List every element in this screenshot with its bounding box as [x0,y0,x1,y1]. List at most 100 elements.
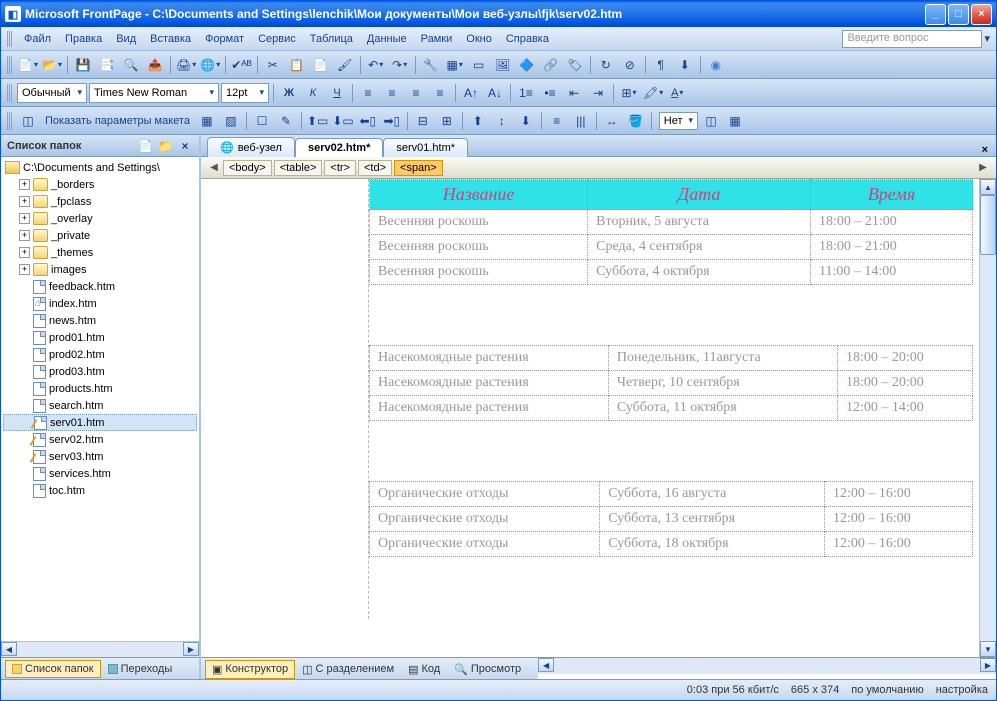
new-page-icon[interactable]: 📄 [137,138,154,154]
table-row[interactable]: Насекомоядные растенияСуббота, 11 октябр… [370,396,973,421]
cell-time[interactable]: 18:00 – 21:00 [811,235,973,260]
tree-folder[interactable]: +images [3,261,197,278]
lt-split[interactable]: ⊞ [436,110,458,132]
tree-file[interactable]: serv02.htm [3,431,197,448]
menu-data[interactable]: Данные [360,30,414,48]
tree-file[interactable]: feedback.htm [3,278,197,295]
bc-table[interactable]: <table> [274,160,323,176]
hscroll-left-icon[interactable]: ◀ [1,642,17,656]
cut-button[interactable]: ✂ [262,54,284,76]
bc-prev-icon[interactable]: ◀ [207,161,221,175]
lt-fill[interactable]: 🪣 [625,110,647,132]
cell-date[interactable]: Четверг, 10 сентября [608,371,837,396]
copy-button[interactable]: 📋 [286,54,308,76]
format-painter-button[interactable]: 🖌 [334,54,356,76]
cell-date[interactable]: Понедельник, 11августа [608,346,837,371]
redo-button[interactable]: ↷ [389,54,411,76]
tab-design[interactable]: ▣Конструктор [205,660,295,679]
show-all-button[interactable]: ¶ [650,54,672,76]
cell-time[interactable]: 12:00 – 14:00 [837,396,972,421]
paste-button[interactable]: 📄 [310,54,332,76]
help-button[interactable]: ◉ [705,54,727,76]
doc-tab-website[interactable]: 🌐веб-узел [207,137,295,157]
lt-style-select[interactable]: Нет [659,112,698,130]
align-left-button[interactable]: ≡ [357,82,379,104]
decrease-font-button[interactable]: A↓ [484,82,506,104]
print-button[interactable]: 🖨 [175,54,197,76]
status-default[interactable]: по умолчанию [851,684,923,696]
lt-align-mid[interactable]: ↕ [491,110,513,132]
stop-button[interactable]: ⊘ [619,54,641,76]
underline-button[interactable]: Ч [326,82,348,104]
tree-folder[interactable]: +_themes [3,244,197,261]
th-name[interactable]: Название [370,180,588,210]
tree-folder[interactable]: +_borders [3,176,197,193]
lt-btn-2[interactable]: ▨ [220,110,242,132]
tree-file[interactable]: prod02.htm [3,346,197,363]
lt-btn-x1[interactable]: ◫ [700,110,722,132]
table-row[interactable]: Весенняя роскошьСреда, 4 сентября18:00 –… [370,235,973,260]
tree-file[interactable]: services.htm [3,465,197,482]
menu-tools[interactable]: Сервис [251,30,303,48]
hyperlink-button[interactable]: 🔗 [540,54,562,76]
content-table[interactable]: Органические отходыСуббота, 16 августа12… [369,481,973,557]
cell-name[interactable]: Насекомоядные растения [370,371,609,396]
status-settings[interactable]: настройка [936,684,988,696]
cell-date[interactable]: Суббота, 18 октября [600,532,825,557]
cell-date[interactable]: Суббота, 11 октября [608,396,837,421]
show-layer-button[interactable]: ⬇ [674,54,696,76]
align-justify-button[interactable]: ≡ [429,82,451,104]
menu-insert[interactable]: Вставка [143,30,198,48]
help-dropdown-icon[interactable]: ▾ [984,32,990,45]
saveall-button[interactable]: 📑 [96,54,118,76]
bc-next-icon[interactable]: ▶ [976,161,990,175]
menu-frames[interactable]: Рамки [414,30,460,48]
folder-tree[interactable]: C:\Documents and Settings\ +_borders+_fp… [1,157,199,641]
cell-time[interactable]: 12:00 – 16:00 [824,532,972,557]
menu-table[interactable]: Таблица [303,30,360,48]
cell-name[interactable]: Весенняя роскошь [370,210,588,235]
cell-time[interactable]: 11:00 – 14:00 [811,260,973,285]
cell-name[interactable]: Весенняя роскошь [370,260,588,285]
lt-align-bot[interactable]: ⬇ [515,110,537,132]
drawing-button[interactable]: 🔷 [516,54,538,76]
borders-button[interactable]: ⊞ [618,82,640,104]
table-row[interactable]: Весенняя роскошьВторник, 5 августа18:00 … [370,210,973,235]
bold-button[interactable]: Ж [278,82,300,104]
font-color-button[interactable]: A [666,82,688,104]
layout-icon[interactable]: ◫ [17,110,39,132]
refresh-button[interactable]: ↻ [595,54,617,76]
table-row[interactable]: Весенняя роскошьСуббота, 4 октября11:00 … [370,260,973,285]
save-button[interactable]: 💾 [72,54,94,76]
cell-date[interactable]: Суббота, 13 сентября [600,507,825,532]
spellcheck-button[interactable]: ✔ᴬᴮ [230,54,252,76]
expand-icon[interactable]: + [19,230,30,241]
lt-dist-rows[interactable]: ≡ [546,110,568,132]
toolbar-grip[interactable] [7,112,13,130]
vscroll-down-icon[interactable]: ▼ [980,641,996,657]
align-center-button[interactable]: ≡ [381,82,403,104]
cell-date[interactable]: Вторник, 5 августа [588,210,811,235]
decrease-indent-button[interactable]: ⇤ [563,82,585,104]
increase-font-button[interactable]: A↑ [460,82,482,104]
cell-time[interactable]: 18:00 – 20:00 [837,371,972,396]
font-select[interactable]: Times New Roman [89,83,219,103]
cell-name[interactable]: Весенняя роскошь [370,235,588,260]
tree-file[interactable]: prod01.htm [3,329,197,346]
tab-split[interactable]: ◫С разделением [295,660,401,679]
toolbar-grip[interactable] [7,84,13,102]
vscroll-thumb[interactable] [980,195,996,255]
tree-root[interactable]: C:\Documents and Settings\ [3,159,197,176]
publish-button[interactable]: 📤 [144,54,166,76]
menu-format[interactable]: Формат [198,30,251,48]
table-row[interactable]: Насекомоядные растенияПонедельник, 11авг… [370,346,973,371]
lt-btn-x2[interactable]: ▦ [724,110,746,132]
menu-view[interactable]: Вид [109,30,143,48]
maximize-button[interactable]: □ [948,4,969,25]
bc-span[interactable]: <span> [394,160,443,176]
increase-indent-button[interactable]: ⇥ [587,82,609,104]
content-table[interactable]: Насекомоядные растенияПонедельник, 11авг… [369,345,973,421]
lt-draw-table[interactable]: ✎ [275,110,297,132]
tree-file[interactable]: search.htm [3,397,197,414]
undo-button[interactable]: ↶ [365,54,387,76]
